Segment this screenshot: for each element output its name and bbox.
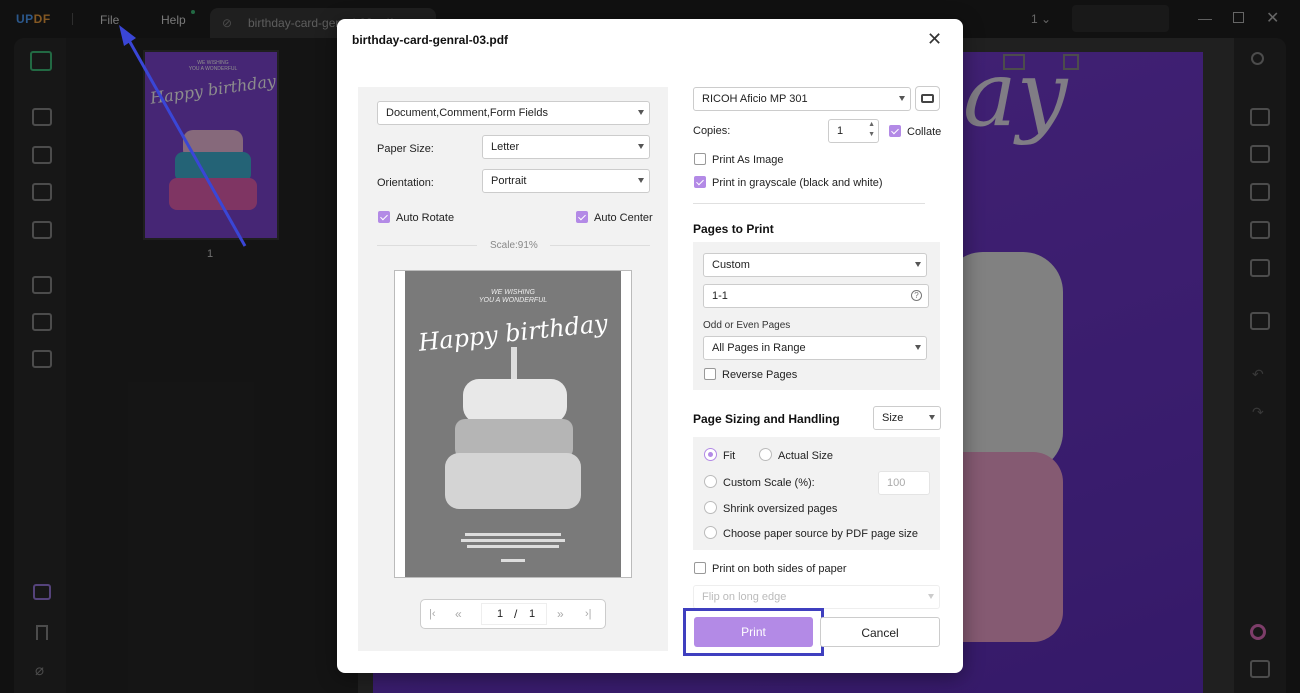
print-dialog: birthday-card-genral-03.pdf ✕ Document,C… <box>337 19 963 673</box>
grayscale-checkbox[interactable] <box>694 176 706 188</box>
preview-cake-top <box>463 379 567 423</box>
choose-source-label: Choose paper source by PDF page size <box>723 528 919 540</box>
printer-icon <box>921 94 934 103</box>
sizing-title: Page Sizing and Handling <box>693 412 840 426</box>
custom-scale-radio[interactable] <box>704 475 717 488</box>
copies-label: Copies: <box>693 125 731 137</box>
page-range-input[interactable]: 1-1 ? <box>703 284 929 308</box>
pager-separator: / <box>514 607 518 621</box>
odd-even-select[interactable]: All Pages in Range <box>703 336 927 360</box>
fit-label: Fit <box>723 450 736 462</box>
preview-text-line <box>467 545 559 548</box>
grayscale-label: Print in grayscale (black and white) <box>712 177 883 189</box>
printer-select[interactable]: RICOH Aficio MP 301 <box>693 87 911 111</box>
sizing-mode-select[interactable]: Size <box>873 406 941 430</box>
divider <box>693 203 925 204</box>
print-button[interactable]: Print <box>694 617 813 647</box>
print-preview: WE WISHING YOU A WONDERFUL Happy birthda… <box>394 270 632 578</box>
choose-source-radio[interactable] <box>704 526 717 539</box>
divider <box>377 245 477 246</box>
shrink-label: Shrink oversized pages <box>723 503 838 515</box>
pager-current: 1 <box>497 608 504 620</box>
cancel-button[interactable]: Cancel <box>820 617 940 647</box>
preview-text-line <box>461 539 565 542</box>
preview-candle <box>511 347 517 381</box>
auto-center-label: Auto Center <box>594 212 653 224</box>
prev-page-icon[interactable]: « <box>455 607 462 621</box>
preview-cake-bottom <box>445 453 581 509</box>
shrink-radio[interactable] <box>704 501 717 514</box>
collate-checkbox[interactable] <box>889 125 901 137</box>
both-sides-label: Print on both sides of paper <box>712 563 847 575</box>
odd-even-label: Odd or Even Pages <box>703 320 791 331</box>
flip-select[interactable]: Flip on long edge <box>693 585 940 609</box>
preview-text-line <box>501 559 525 562</box>
preview-page: WE WISHING YOU A WONDERFUL Happy birthda… <box>405 271 621 577</box>
preview-top-line1: WE WISHING <box>491 289 535 296</box>
last-page-icon[interactable]: ›| <box>585 608 592 620</box>
auto-center-checkbox[interactable] <box>576 211 588 223</box>
pager-total: 1 <box>529 608 536 620</box>
auto-rotate-label: Auto Rotate <box>396 212 455 224</box>
pages-mode-select[interactable]: Custom <box>703 253 927 277</box>
custom-scale-label: Custom Scale (%): <box>723 477 815 489</box>
orientation-select[interactable]: Portrait <box>482 169 650 193</box>
content-select[interactable]: Document,Comment,Form Fields <box>377 101 650 125</box>
collate-label: Collate <box>907 126 942 138</box>
divider <box>550 245 650 246</box>
actual-size-radio[interactable] <box>759 448 772 461</box>
actual-size-label: Actual Size <box>778 450 834 462</box>
preview-text-line <box>465 533 561 536</box>
first-page-icon[interactable]: |‹ <box>429 608 436 620</box>
preview-pager: |‹ « 1 / 1 » ›| <box>420 599 606 629</box>
next-page-icon[interactable]: » <box>557 607 564 621</box>
stepper-down-icon[interactable]: ▼ <box>868 131 875 138</box>
reverse-pages-checkbox[interactable] <box>704 368 716 380</box>
auto-rotate-checkbox[interactable] <box>378 211 390 223</box>
preview-top-line2: YOU A WONDERFUL <box>478 297 548 304</box>
fit-radio[interactable] <box>704 448 717 461</box>
pages-to-print-title: Pages to Print <box>693 222 774 236</box>
paper-size-select[interactable]: Letter <box>482 135 650 159</box>
scale-text: Scale:91% <box>490 240 538 251</box>
print-as-image-checkbox[interactable] <box>694 153 706 165</box>
print-as-image-label: Print As Image <box>712 154 784 166</box>
close-icon[interactable]: ✕ <box>927 29 942 50</box>
printer-properties-button[interactable] <box>915 86 940 111</box>
both-sides-checkbox[interactable] <box>694 562 706 574</box>
copies-input[interactable]: 1 ▲ ▼ <box>828 119 879 143</box>
orientation-label: Orientation: <box>377 177 434 189</box>
stepper-up-icon[interactable]: ▲ <box>868 121 875 128</box>
dialog-title: birthday-card-genral-03.pdf <box>352 33 509 47</box>
custom-scale-input[interactable]: 100 <box>878 471 930 495</box>
reverse-pages-label: Reverse Pages <box>722 369 798 381</box>
help-icon[interactable]: ? <box>911 290 922 301</box>
paper-size-label: Paper Size: <box>377 143 434 155</box>
